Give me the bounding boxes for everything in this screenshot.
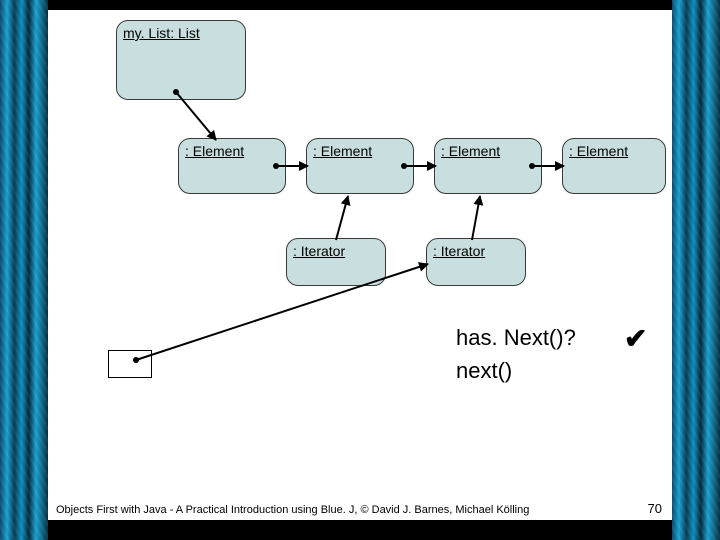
content-area: my. List: List : Element : Element : Ele… bbox=[48, 0, 672, 540]
variable-box bbox=[108, 350, 152, 378]
slide: my. List: List : Element : Element : Ele… bbox=[0, 0, 720, 540]
object-iterator-1-label: : Iterator bbox=[293, 243, 345, 259]
object-list-label: my. List: List bbox=[123, 25, 200, 41]
footer-text: Objects First with Java - A Practical In… bbox=[48, 504, 672, 516]
object-iterator-1: : Iterator bbox=[286, 238, 386, 286]
object-element-1: : Element bbox=[178, 138, 286, 194]
decor-right bbox=[672, 0, 720, 540]
object-element-3-label: : Element bbox=[441, 143, 500, 159]
page-number: 70 bbox=[648, 501, 662, 516]
object-element-2: : Element bbox=[306, 138, 414, 194]
object-element-3: : Element bbox=[434, 138, 542, 194]
call-hasnext: has. Next()? bbox=[456, 325, 576, 351]
object-iterator-2-label: : Iterator bbox=[433, 243, 485, 259]
object-element-4-label: : Element bbox=[569, 143, 628, 159]
decor-left bbox=[0, 0, 48, 540]
check-icon: ✔ bbox=[624, 322, 647, 355]
top-band bbox=[48, 0, 672, 10]
diagram-area: my. List: List : Element : Element : Ele… bbox=[48, 10, 672, 520]
object-element-4: : Element bbox=[562, 138, 666, 194]
object-list: my. List: List bbox=[116, 20, 246, 100]
object-element-1-label: : Element bbox=[185, 143, 244, 159]
call-next: next() bbox=[456, 358, 512, 384]
object-iterator-2: : Iterator bbox=[426, 238, 526, 286]
object-element-2-label: : Element bbox=[313, 143, 372, 159]
